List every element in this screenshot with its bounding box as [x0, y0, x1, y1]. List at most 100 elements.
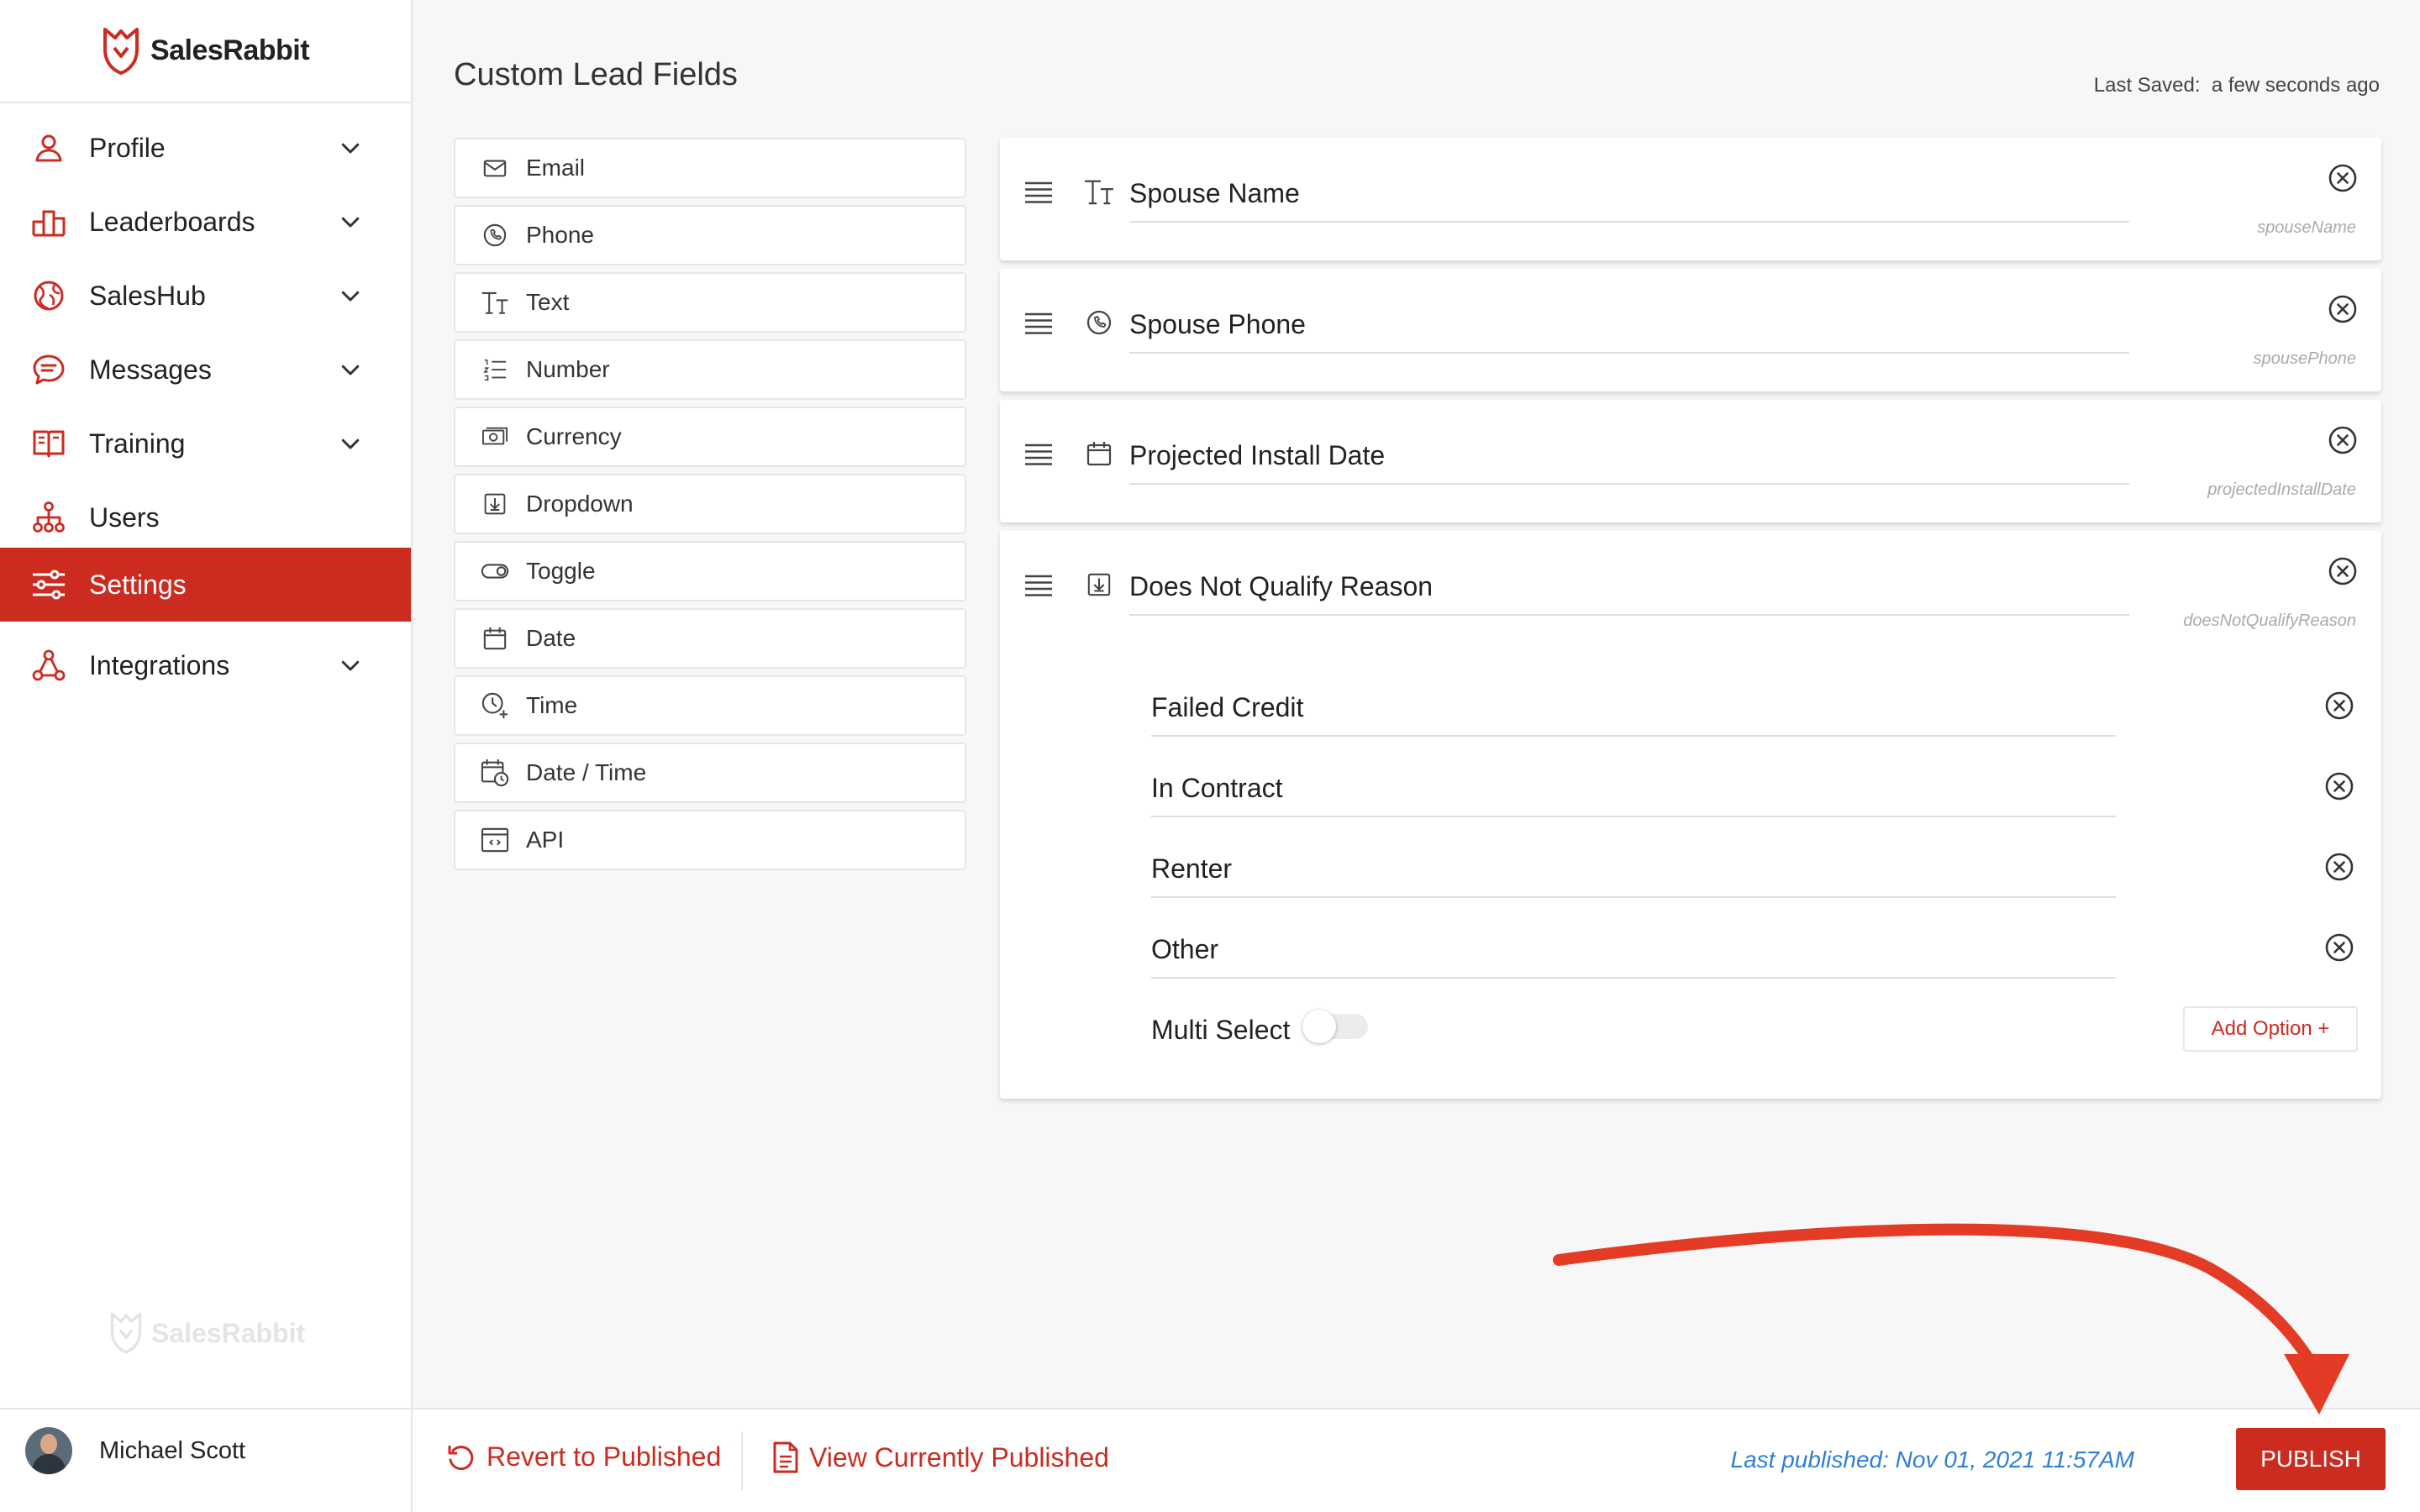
numbered-list-icon	[481, 355, 509, 384]
drag-handle-icon[interactable]	[1023, 311, 1054, 340]
sidebar-item-label: Profile	[89, 132, 166, 163]
field-type-label: Phone	[526, 222, 594, 248]
field-type-label: Toggle	[526, 558, 596, 584]
podium-icon	[30, 203, 67, 240]
remove-field-icon[interactable]	[2328, 425, 2358, 459]
calendar-clock-icon	[481, 759, 509, 787]
field-key: spouseName	[2257, 218, 2356, 237]
sidebar-item-users[interactable]: Users	[0, 480, 411, 554]
remove-option-icon[interactable]	[2324, 690, 2354, 725]
field-type-currency[interactable]: Currency	[454, 407, 966, 467]
field-type-label: Date	[526, 625, 576, 651]
chevron-down-icon[interactable]	[325, 209, 376, 234]
avatar[interactable]	[25, 1427, 72, 1474]
chevron-down-icon[interactable]	[325, 653, 376, 678]
field-type-phone[interactable]: Phone	[454, 205, 966, 265]
dropdown-icon	[481, 490, 509, 518]
remove-option-icon[interactable]	[2324, 771, 2354, 806]
dropdown-option-input[interactable]: Other	[1151, 934, 2116, 979]
dropdown-icon	[1082, 568, 1116, 601]
sidebar-item-training[interactable]: Training	[0, 407, 411, 480]
last-published-status: Last published: Nov 01, 2021 11:57AM	[1730, 1446, 2134, 1473]
field-type-label: API	[526, 827, 565, 853]
remove-field-icon[interactable]	[2328, 556, 2358, 591]
network-icon	[30, 647, 67, 684]
sidebar-item-label: Leaderboards	[89, 206, 255, 237]
drag-handle-icon[interactable]	[1023, 180, 1054, 209]
envelope-icon	[481, 154, 509, 182]
field-type-time[interactable]: Time	[454, 675, 966, 736]
dropdown-option-input[interactable]: Failed Credit	[1151, 692, 2116, 737]
view-published-label: View Currently Published	[809, 1441, 1109, 1473]
chat-icon	[30, 351, 67, 388]
clock-plus-icon	[481, 691, 509, 720]
field-type-date-time[interactable]: Date / Time	[454, 743, 966, 803]
field-type-label: Number	[526, 356, 610, 382]
sidebar-item-settings[interactable]: Settings	[0, 548, 411, 622]
field-type-number[interactable]: Number	[454, 339, 966, 400]
field-card-spouse-name[interactable]: Spouse Name spouseName	[1000, 138, 2381, 260]
revert-to-published-button[interactable]: Revert to Published	[446, 1441, 721, 1473]
sidebar-item-label: Training	[89, 428, 186, 459]
chevron-down-icon[interactable]	[325, 283, 376, 308]
publish-button[interactable]: PUBLISH	[2236, 1428, 2386, 1490]
field-card-projected-install-date[interactable]: Projected Install Date projectedInstallD…	[1000, 400, 2381, 522]
chevron-down-icon[interactable]	[325, 431, 376, 456]
rabbit-logo-icon	[103, 27, 139, 75]
field-type-api[interactable]: API	[454, 810, 966, 870]
field-type-label: Email	[526, 155, 586, 181]
sidebar-item-leaderboards[interactable]: Leaderboards	[0, 185, 411, 259]
footer-bar: Revert to Published View Currently Publi…	[413, 1408, 2420, 1512]
add-option-button[interactable]: Add Option +	[2183, 1006, 2358, 1052]
sidebar-item-integrations[interactable]: Integrations	[0, 628, 411, 702]
field-name-input[interactable]: Spouse Phone	[1129, 309, 2129, 354]
field-type-text[interactable]: Text	[454, 272, 966, 333]
drag-handle-icon[interactable]	[1023, 573, 1054, 602]
watermark-text: SalesRabbit	[151, 1317, 306, 1348]
app-name: SalesRabbit	[150, 34, 310, 66]
field-name-input[interactable]: Projected Install Date	[1129, 440, 2129, 485]
dropdown-option-input[interactable]: In Contract	[1151, 773, 2116, 817]
field-name-input[interactable]: Does Not Qualify Reason	[1129, 571, 2129, 616]
sidebar-item-messages[interactable]: Messages	[0, 333, 411, 407]
field-card-spouse-phone[interactable]: Spouse Phone spousePhone	[1000, 269, 2381, 391]
field-type-label: Text	[526, 289, 570, 315]
last-saved-value: a few seconds ago	[2211, 74, 2380, 97]
dropdown-option-input[interactable]: Renter	[1151, 853, 2116, 898]
revert-label: Revert to Published	[487, 1441, 722, 1472]
toggle-icon	[481, 557, 509, 585]
drag-handle-icon[interactable]	[1023, 442, 1054, 471]
field-type-date[interactable]: Date	[454, 608, 966, 669]
field-name-input[interactable]: Spouse Name	[1129, 178, 2129, 223]
view-currently-published-button[interactable]: View Currently Published	[772, 1441, 1109, 1473]
remove-option-icon[interactable]	[2324, 932, 2354, 967]
current-user[interactable]: Michael Scott	[0, 1408, 411, 1512]
remove-option-icon[interactable]	[2324, 852, 2354, 886]
footer-divider	[741, 1431, 743, 1490]
multi-select-toggle[interactable]	[1302, 1010, 1368, 1043]
chevron-down-icon[interactable]	[325, 135, 376, 160]
remove-field-icon[interactable]	[2328, 294, 2358, 328]
org-chart-icon	[30, 499, 67, 536]
sidebar-item-saleshub[interactable]: SalesHub	[0, 259, 411, 333]
field-type-email[interactable]: Email	[454, 138, 966, 198]
rabbit-logo-icon	[110, 1312, 142, 1354]
globe-icon	[30, 277, 67, 314]
person-icon	[30, 129, 67, 166]
sidebar-watermark-logo: SalesRabbit	[109, 1310, 305, 1356]
document-icon	[773, 1441, 798, 1473]
field-type-label: Dropdown	[526, 491, 634, 517]
remove-field-icon[interactable]	[2328, 163, 2358, 197]
chevron-down-icon[interactable]	[325, 357, 376, 382]
field-type-toggle[interactable]: Toggle	[454, 541, 966, 601]
sliders-icon	[30, 566, 67, 603]
sidebar-item-profile[interactable]: Profile	[0, 111, 411, 185]
sidebar: SalesRabbit Profile Leaderboards SalesHu…	[0, 0, 413, 1512]
field-key: spousePhone	[2253, 349, 2356, 368]
field-type-label: Currency	[526, 423, 622, 449]
app-logo[interactable]: SalesRabbit	[0, 0, 411, 103]
page-title: Custom Lead Fields	[454, 57, 738, 92]
api-window-icon	[481, 826, 509, 854]
calendar-icon	[481, 624, 509, 653]
field-type-dropdown[interactable]: Dropdown	[454, 474, 966, 534]
